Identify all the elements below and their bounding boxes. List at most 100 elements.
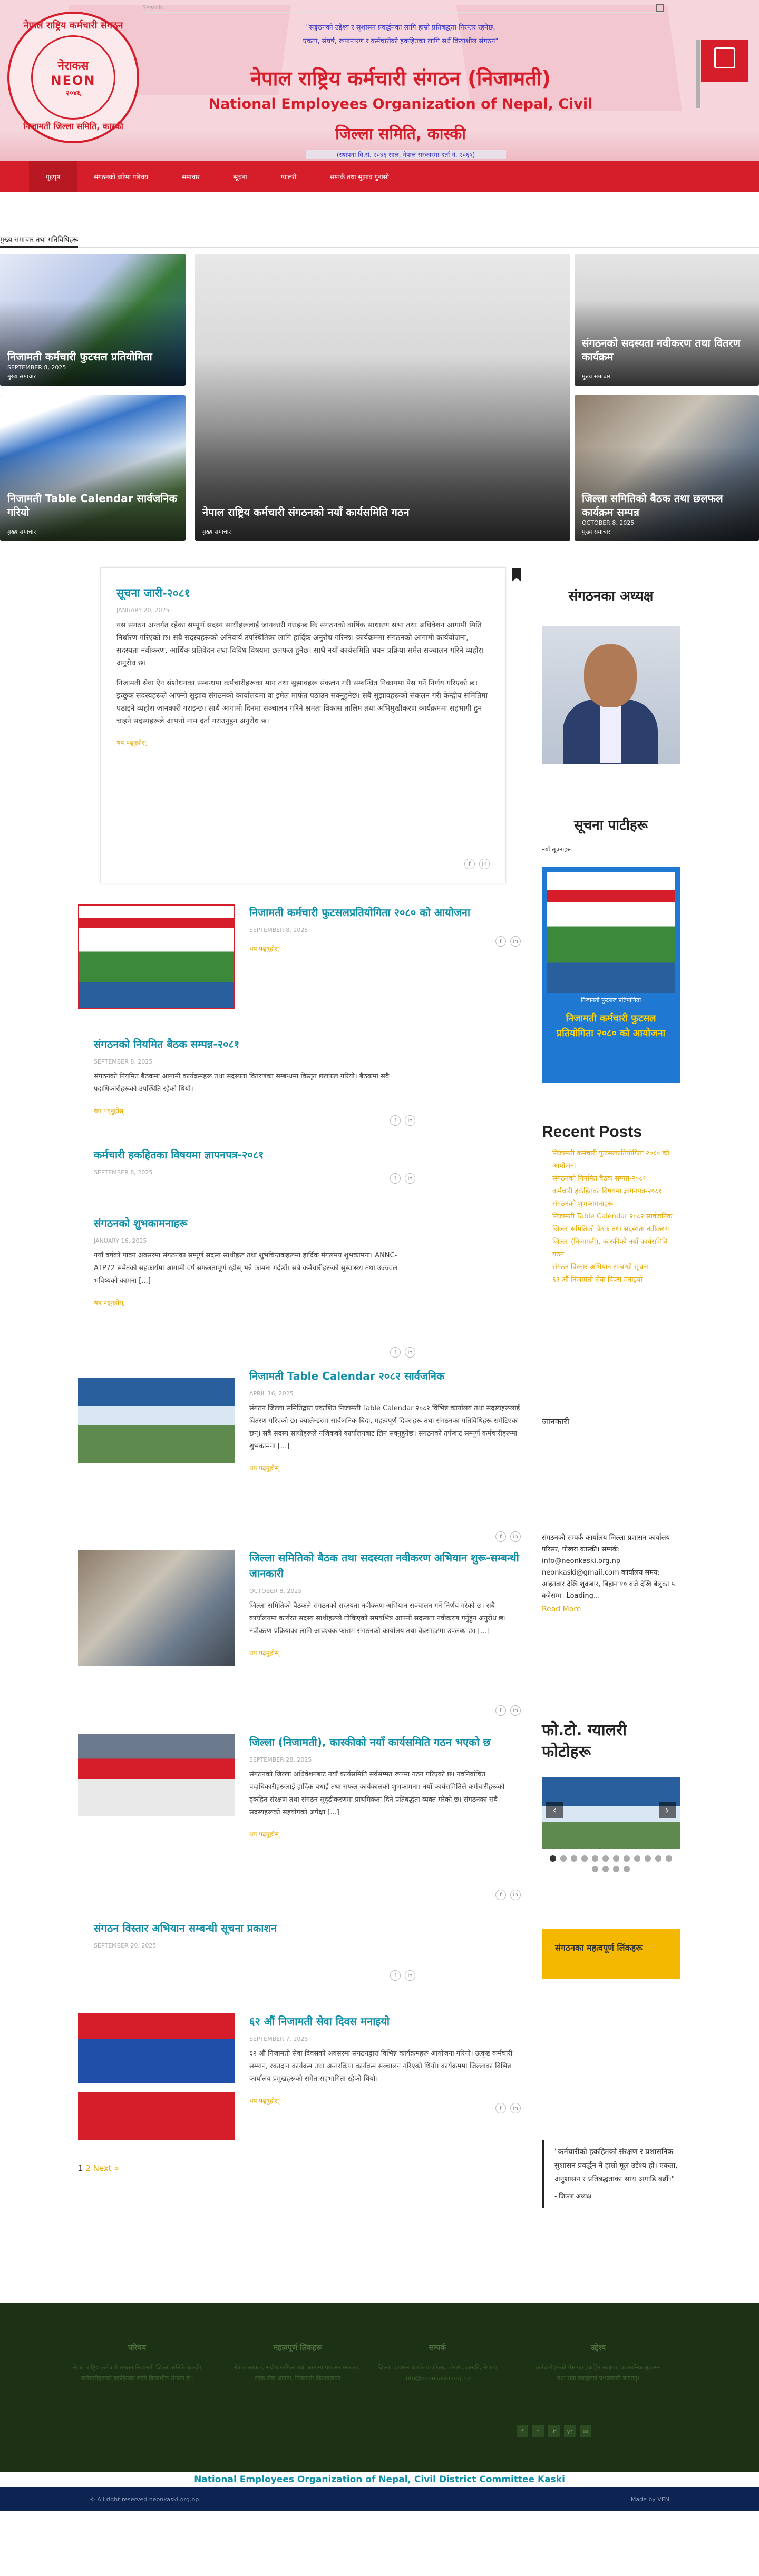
recent-post-link[interactable]: जिल्ला समितिको बैठक तथा सदस्यता नवीकरण	[552, 1223, 680, 1236]
nav-item-home[interactable]: गृहपृष्ठ	[29, 161, 77, 192]
post-title[interactable]: निजामती कर्मचारी फुटसलप्रतियोगिता २०८० क…	[249, 904, 521, 920]
featured-category[interactable]: मुख्य समाचार	[202, 528, 231, 536]
slider-dot[interactable]	[560, 1855, 567, 1862]
featured-category[interactable]: मुख्य समाचार	[7, 372, 36, 380]
facebook-share-icon[interactable]: f	[390, 1347, 401, 1358]
links-box[interactable]: संगठनका महत्वपूर्ण लिंकहरू	[542, 1929, 680, 1979]
read-more-link[interactable]: थप पढ्नुहोस्	[249, 1648, 521, 1657]
nav-item-notice[interactable]: सूचना	[217, 161, 264, 192]
gallery-slider[interactable]: ‹ ›	[542, 1771, 680, 1849]
slider-dot[interactable]	[655, 1855, 661, 1862]
featured-title[interactable]: निजामती कर्मचारी फुटसल प्रतियोगिता	[7, 350, 178, 363]
slider-dot[interactable]	[602, 1855, 609, 1862]
linkedin-icon[interactable]: in	[548, 2425, 560, 2437]
featured-title[interactable]: निजामती Table Calendar सार्वजनिक गरियो	[7, 491, 178, 519]
read-more-link[interactable]: थप पढ्नुहोस्	[116, 738, 490, 747]
post-thumbnail[interactable]	[78, 1368, 235, 1463]
linkedin-share-icon[interactable]: in	[510, 1705, 521, 1716]
recent-post-link[interactable]: कर्मचारी हकहितका विषयमा ज्ञापनपत्र-२०८१	[552, 1185, 680, 1198]
slider-dot[interactable]	[613, 1866, 619, 1872]
facebook-share-icon[interactable]: f	[495, 936, 506, 947]
linkedin-share-icon[interactable]: in	[405, 1173, 415, 1184]
recent-post-link[interactable]: निजामती कर्मचारी फुटसलप्रतियोगिता २०८० क…	[552, 1147, 680, 1173]
facebook-share-icon[interactable]: f	[390, 1173, 401, 1184]
post-title[interactable]: कर्मचारी हकहितका विषयमा ज्ञापनपत्र-२०८१	[94, 1147, 415, 1163]
facebook-share-icon[interactable]: f	[495, 2103, 506, 2113]
email-icon[interactable]: ✉	[580, 2425, 591, 2437]
slider-dot[interactable]	[666, 1855, 672, 1862]
featured-title[interactable]: नेपाल राष्ट्रिय कर्मचारी संगठनको नयाँ का…	[202, 505, 563, 519]
featured-card[interactable]: जिल्ला समितिको बैठक तथा छलफल कार्यक्रम स…	[575, 395, 759, 541]
post-title[interactable]: जिल्ला समितिको बैठक तथा सदस्यता नवीकरण अ…	[249, 1550, 521, 1581]
linkedin-share-icon[interactable]: in	[405, 1115, 415, 1126]
footer-col-text[interactable]: नेपाल सरकार, संघीय मामिला तथा सामान्य प्…	[232, 2363, 364, 2384]
slider-dot[interactable]	[571, 1855, 577, 1862]
twitter-icon[interactable]: t	[532, 2425, 544, 2437]
read-more-link[interactable]: थप पढ्नुहोस्	[94, 1106, 415, 1115]
read-more-link[interactable]: थप पढ्नुहोस्	[249, 2096, 521, 2105]
slider-dot[interactable]	[613, 1855, 619, 1862]
search-icon[interactable]	[656, 3, 664, 12]
slider-dot[interactable]	[645, 1855, 651, 1862]
facebook-share-icon[interactable]: f	[495, 1705, 506, 1716]
slider-dot[interactable]	[592, 1855, 598, 1862]
page-1-link[interactable]: 1	[78, 2164, 83, 2173]
slider-dot[interactable]	[592, 1866, 598, 1872]
bookmark-icon[interactable]	[512, 568, 521, 582]
linkedin-share-icon[interactable]: in	[510, 936, 521, 947]
featured-title[interactable]: जिल्ला समितिको बैठक तथा छलफल कार्यक्रम स…	[582, 491, 752, 519]
featured-title[interactable]: संगठनको सदस्यता नवीकरण तथा वितरण कार्यक्…	[582, 336, 752, 363]
facebook-icon[interactable]: f	[517, 2425, 528, 2437]
read-more-link[interactable]: थप पढ्नुहोस्	[249, 1463, 521, 1472]
featured-category[interactable]: मुख्य समाचार	[582, 372, 610, 380]
linkedin-share-icon[interactable]: in	[510, 1890, 521, 1900]
nav-item-about[interactable]: संगठनको बारेमा परिचय	[77, 161, 165, 192]
post-thumbnail[interactable]	[78, 904, 235, 1009]
nav-item-gallery[interactable]: ग्यालरी	[264, 161, 314, 192]
recent-post-link[interactable]: संगठनको शुभकामनाहरू	[552, 1198, 680, 1211]
featured-card[interactable]: निजामती Table Calendar सार्वजनिक गरियो म…	[0, 395, 186, 541]
search-bar[interactable]: Search...	[142, 3, 664, 13]
organization-logo[interactable]: नेपाल राष्ट्रिय कर्मचारी संगठन नेराकस NE…	[7, 12, 139, 143]
featured-category[interactable]: मुख्य समाचार	[582, 528, 610, 536]
post-thumbnail[interactable]	[78, 1550, 235, 1666]
facebook-share-icon[interactable]: f	[464, 859, 475, 869]
linkedin-share-icon[interactable]: in	[510, 1531, 521, 1542]
notice-title[interactable]: निजामती कर्मचारी फुटसल प्रतियोगिता २०८० …	[547, 1011, 675, 1041]
post-title[interactable]: निजामती Table Calendar २०८२ सार्वजनिक	[249, 1368, 521, 1384]
featured-card-large[interactable]: नेपाल राष्ट्रिय कर्मचारी संगठनको नयाँ का…	[195, 254, 570, 541]
post-title[interactable]: संगठनको नियमित बैठक सम्पन्न-२०८१	[94, 1036, 415, 1052]
youtube-icon[interactable]: yt	[564, 2425, 576, 2437]
next-page-link[interactable]: Next »	[93, 2164, 119, 2173]
linkedin-share-icon[interactable]: in	[405, 1970, 415, 1981]
nav-item-news[interactable]: समाचार	[165, 161, 217, 192]
slider-dot[interactable]	[581, 1855, 588, 1862]
featured-card[interactable]: संगठनको सदस्यता नवीकरण तथा वितरण कार्यक्…	[575, 254, 759, 386]
featured-category[interactable]: मुख्य समाचार	[7, 528, 36, 536]
linkedin-share-icon[interactable]: in	[510, 2103, 521, 2113]
read-more-link[interactable]: थप पढ्नुहोस्	[249, 1830, 521, 1838]
slider-dot[interactable]	[624, 1866, 630, 1872]
made-by-text[interactable]: Made by VEN	[631, 2496, 669, 2503]
post-thumbnail[interactable]	[78, 2013, 235, 2140]
slider-dot[interactable]	[634, 1855, 640, 1862]
linkedin-share-icon[interactable]: in	[405, 1347, 415, 1358]
search-input[interactable]: Search...	[142, 4, 168, 11]
slider-next-icon[interactable]: ›	[659, 1802, 676, 1818]
facebook-share-icon[interactable]: f	[495, 1890, 506, 1900]
recent-post-link[interactable]: ६२ औं निजामती सेवा दिवस मनाइयो	[552, 1274, 680, 1286]
post-title[interactable]: संगठनको शुभकामनाहरू	[94, 1215, 415, 1231]
facebook-share-icon[interactable]: f	[390, 1970, 401, 1981]
post-title[interactable]: ६२ औं निजामती सेवा दिवस मनाइयो	[249, 2013, 521, 2029]
recent-post-link[interactable]: संगठनको नियमित बैठक सम्पन्न-२०८१	[552, 1173, 680, 1185]
post-title[interactable]: संगठन विस्तार अभियान सम्बन्धी सूचना प्रक…	[94, 1920, 415, 1936]
slider-dot[interactable]	[550, 1855, 556, 1862]
slider-dot[interactable]	[624, 1855, 630, 1862]
post-title[interactable]: सूचना जारी-२०८१	[116, 586, 490, 601]
info-read-more[interactable]: Read More	[542, 1605, 680, 1614]
slider-prev-icon[interactable]: ‹	[546, 1802, 563, 1818]
featured-card[interactable]: निजामती कर्मचारी फुटसल प्रतियोगिता SEPTE…	[0, 254, 186, 386]
recent-post-link[interactable]: संगठन विस्तार अभियान सम्बन्धी सूचना	[552, 1261, 680, 1274]
post-thumbnail[interactable]	[78, 1734, 235, 1816]
facebook-share-icon[interactable]: f	[495, 1531, 506, 1542]
